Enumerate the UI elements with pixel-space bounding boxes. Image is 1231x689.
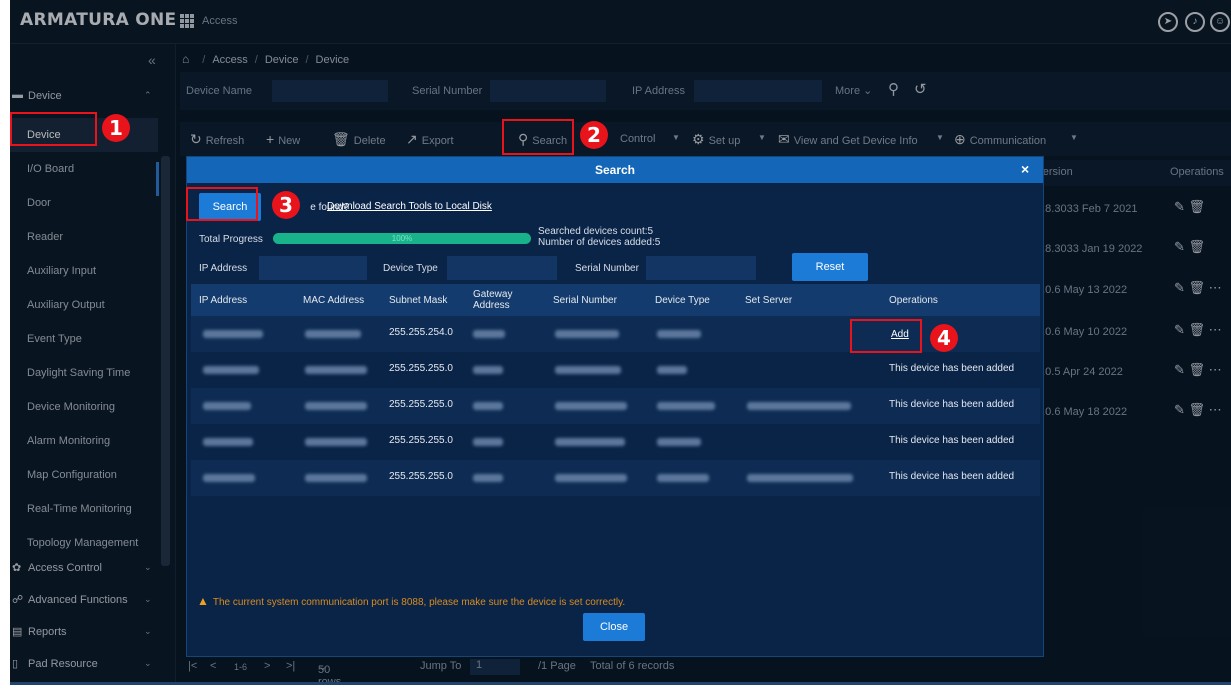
table-header: IP Address MAC Address Subnet Mask Gatew… <box>191 284 1040 316</box>
redacted-gateway <box>473 474 503 482</box>
found-devices-table: IP Address MAC Address Subnet Mask Gatew… <box>191 284 1040 584</box>
redacted-mac <box>305 402 367 410</box>
gateway-address-column-header: Gateway Address <box>473 289 513 311</box>
add-device-link[interactable]: Add <box>891 329 909 340</box>
ip-filter-label: IP Address <box>199 263 248 274</box>
subnet-mask-cell: 255.255.255.0 <box>389 363 453 374</box>
table-row[interactable]: 255.255.255.0 This device has been added <box>191 352 1040 388</box>
redacted-device-type <box>657 366 687 374</box>
search-dialog: Search × Search Ne found? Download Searc… <box>186 156 1044 657</box>
total-progress-label: Total Progress <box>199 234 263 245</box>
serial-filter-input[interactable] <box>646 256 756 280</box>
reset-button[interactable]: Reset <box>792 253 868 281</box>
serial-number-column-header: Serial Number <box>553 294 617 306</box>
annotation-badge-1: 1 <box>102 114 130 142</box>
redacted-serial <box>555 330 619 338</box>
subnet-mask-cell: 255.255.255.0 <box>389 471 453 482</box>
redacted-serial <box>555 402 627 410</box>
total-progress-bar: 100% <box>273 233 531 244</box>
redacted-ip <box>203 402 251 410</box>
progress-percent: 100% <box>391 234 413 243</box>
table-row[interactable]: 255.255.255.0 This device has been added <box>191 424 1040 460</box>
redacted-gateway <box>473 366 503 374</box>
redacted-mac <box>305 330 361 338</box>
subnet-mask-cell: 255.255.255.0 <box>389 435 453 446</box>
redacted-device-type <box>657 402 715 410</box>
redacted-gateway <box>473 438 503 446</box>
table-empty-area <box>191 496 1040 584</box>
redacted-device-type <box>657 474 709 482</box>
redacted-ip <box>203 474 255 482</box>
device-added-status: This device has been added <box>889 363 1015 374</box>
annotation-badge-2: 2 <box>580 121 608 149</box>
redacted-ip <box>203 330 263 338</box>
close-button[interactable]: Close <box>583 613 645 641</box>
warning-icon: ▲ <box>197 594 209 608</box>
annotation-badge-3: 3 <box>272 191 300 219</box>
subnet-mask-column-header: Subnet Mask <box>389 294 448 306</box>
redacted-ip <box>203 438 253 446</box>
searched-devices-count: Searched devices count:5 <box>538 226 654 237</box>
port-warning: ▲ The current system communication port i… <box>197 594 626 608</box>
start-search-button[interactable]: Search <box>199 193 261 221</box>
device-type-column-header: Device Type <box>655 294 710 306</box>
operations-column-header: Operations <box>889 294 938 306</box>
redacted-ip <box>203 366 259 374</box>
device-added-status: This device has been added <box>889 435 1015 446</box>
set-server-column-header: Set Server <box>745 294 793 306</box>
redacted-gateway <box>473 330 505 338</box>
table-row[interactable]: 255.255.255.0 This device has been added <box>191 460 1040 496</box>
device-added-status: This device has been added <box>889 399 1015 410</box>
redacted-serial <box>555 438 625 446</box>
table-row[interactable]: 255.255.254.0 Add <box>191 316 1040 352</box>
redacted-server <box>747 402 851 410</box>
device-type-filter-label: Device Type <box>383 263 438 274</box>
redacted-device-type <box>657 438 701 446</box>
mac-address-column-header: MAC Address <box>303 294 365 306</box>
devices-added-count: Number of devices added:5 <box>538 237 661 248</box>
redacted-mac <box>305 366 367 374</box>
subnet-mask-cell: 255.255.255.0 <box>389 399 453 410</box>
annotation-badge-4: 4 <box>930 324 958 352</box>
device-added-status: This device has been added <box>889 471 1015 482</box>
close-icon[interactable]: × <box>1021 161 1029 177</box>
device-type-filter-input[interactable] <box>447 256 557 280</box>
dialog-header: Search × <box>187 157 1043 183</box>
dialog-title: Search <box>594 163 636 177</box>
redacted-mac <box>305 474 367 482</box>
subnet-mask-cell: 255.255.254.0 <box>389 327 453 338</box>
redacted-serial <box>555 474 627 482</box>
serial-filter-label: Serial Number <box>575 263 639 274</box>
redacted-server <box>747 474 853 482</box>
table-row[interactable]: 255.255.255.0 This device has been added <box>191 388 1040 424</box>
download-search-tools-link[interactable]: Download Search Tools to Local Disk <box>327 201 492 212</box>
ip-filter-input[interactable] <box>259 256 367 280</box>
redacted-gateway <box>473 402 503 410</box>
redacted-mac <box>305 438 367 446</box>
redacted-serial <box>555 366 621 374</box>
redacted-device-type <box>657 330 701 338</box>
app-window: ARMATURA ONE Access ➤ ♪ ☺ « ▬ Device ⌃ D… <box>10 0 1231 685</box>
ip-address-column-header: IP Address <box>199 294 248 306</box>
